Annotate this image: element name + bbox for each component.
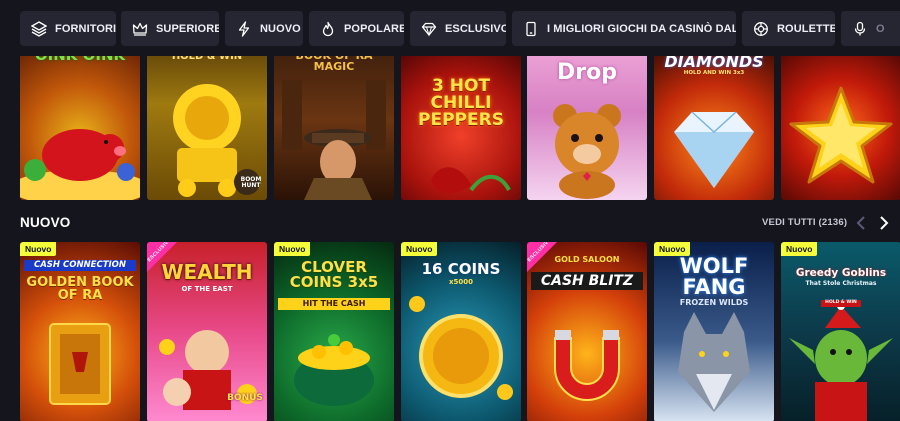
chip-label: O (876, 22, 885, 35)
chip-nuovo[interactable]: NUOVO (225, 11, 303, 46)
game-tile[interactable]: Nuovo Greedy Goblins That Stole Christma… (781, 242, 900, 421)
roulette-icon (752, 20, 770, 38)
game-title: CASH CONNECTION (24, 260, 136, 271)
game-tile[interactable]: Drop (527, 40, 647, 200)
section-title: NUOVO (20, 215, 71, 230)
chip-esclusivo[interactable]: ESCLUSIVO (410, 11, 506, 46)
casino-lobby: FORNITORI SUPERIORE NUOVO POPOLARE ESCLU… (0, 0, 900, 421)
game-subtitle: x5000 (449, 278, 473, 286)
game-subtitle: OF THE EAST (181, 285, 233, 293)
game-subtitle: CASH BLITZ (531, 272, 643, 290)
game-tile[interactable]: 3 HOT CHILLI PEPPERS (401, 40, 521, 200)
game-subtitle: BOOM HUNT (240, 176, 262, 189)
chip-label: I MIGLIORI GIOCHI DA CASINÒ DAL VIVO (547, 22, 736, 35)
game-artwork (20, 129, 140, 200)
game-title: GOLD SALOON (554, 255, 620, 264)
game-tile[interactable]: ESCLUSIVO WEALTH OF THE EAST BONUS (147, 242, 267, 421)
game-title: Greedy Goblins (795, 267, 887, 279)
new-badge: Nuovo (401, 242, 438, 256)
chip-label: NUOVO (260, 22, 301, 35)
game-extra: HOLD & WIN (821, 300, 861, 307)
flame-icon (319, 20, 337, 38)
new-badge: Nuovo (274, 242, 311, 256)
chip-label: FORNITORI (55, 22, 116, 35)
game-subtitle: FROZEN WILDS (679, 298, 749, 307)
game-title: WEALTH (161, 260, 253, 284)
scroll-right-button[interactable] (876, 214, 892, 232)
game-title: DIAMONDS (664, 52, 764, 71)
game-tile[interactable]: Nuovo WOLF FANG FROZEN WILDS (654, 242, 774, 421)
microphone-icon (851, 20, 869, 38)
lightning-icon (235, 20, 253, 38)
scroll-left-button[interactable] (853, 214, 869, 232)
game-tile[interactable]: BOOK OF RA MAGIC (274, 40, 394, 200)
game-tile[interactable]: Nuovo CLOVER COINS 3x5 HIT THE CASH (274, 242, 394, 421)
star-icon (789, 86, 893, 184)
game-tile[interactable]: Nuovo 16 COINS x5000 (401, 242, 521, 421)
providers-icon (30, 20, 48, 38)
game-tile[interactable]: OINK OINK (20, 40, 140, 200)
chip-label: SUPERIORE (156, 22, 219, 35)
game-subtitle: That Stole Christmas (805, 280, 877, 287)
diamond-icon (420, 20, 438, 38)
game-title: 3 HOT CHILLI PEPPERS (418, 76, 504, 130)
view-all-link[interactable]: VEDI TUTTI (2136) (762, 217, 847, 228)
chip-live-casino[interactable]: I MIGLIORI GIOCHI DA CASINÒ DAL VIVO (512, 11, 736, 46)
game-tile[interactable] (781, 40, 900, 200)
game-tile[interactable]: Nuovo CASH CONNECTION GOLDEN BOOK OF RA (20, 242, 140, 421)
chevron-right-icon (880, 216, 889, 230)
chip-label: ESCLUSIVO (445, 22, 506, 35)
game-subtitle: HOLD AND WIN 3x3 (683, 70, 745, 76)
game-title: WOLF FANG (679, 254, 749, 299)
game-title: Drop (557, 60, 617, 85)
chip-live-shows[interactable]: O (841, 11, 900, 46)
game-extra: BONUS (227, 393, 263, 403)
chip-label: POPOLARE (344, 22, 404, 35)
category-bar: FORNITORI SUPERIORE NUOVO POPOLARE ESCLU… (0, 0, 900, 56)
chip-label: ROULETTE (777, 22, 835, 35)
new-badge: Nuovo (20, 242, 57, 256)
game-title: CLOVER COINS 3x5 (289, 258, 379, 291)
game-tile[interactable]: DIAMONDS HOLD AND WIN 3x3 (654, 40, 774, 200)
mobile-icon (522, 20, 540, 38)
crown-icon (131, 20, 149, 38)
chevron-left-icon (856, 216, 865, 230)
game-subtitle: GOLDEN BOOK OF RA (26, 275, 134, 303)
game-subtitle: HIT THE CASH (278, 298, 390, 310)
chip-popolare[interactable]: POPOLARE (309, 11, 404, 46)
new-badge: Nuovo (781, 242, 818, 256)
game-tile[interactable]: ESCLUSIVO GOLD SALOON CASH BLITZ (527, 242, 647, 421)
chip-roulette[interactable]: ROULETTE (742, 11, 835, 46)
chip-superiore[interactable]: SUPERIORE (121, 11, 219, 46)
chip-fornitori[interactable]: FORNITORI (20, 11, 116, 46)
game-title: 16 COINS (421, 260, 501, 278)
game-tile[interactable]: HOLD & WIN BOOM HUNT (147, 40, 267, 200)
